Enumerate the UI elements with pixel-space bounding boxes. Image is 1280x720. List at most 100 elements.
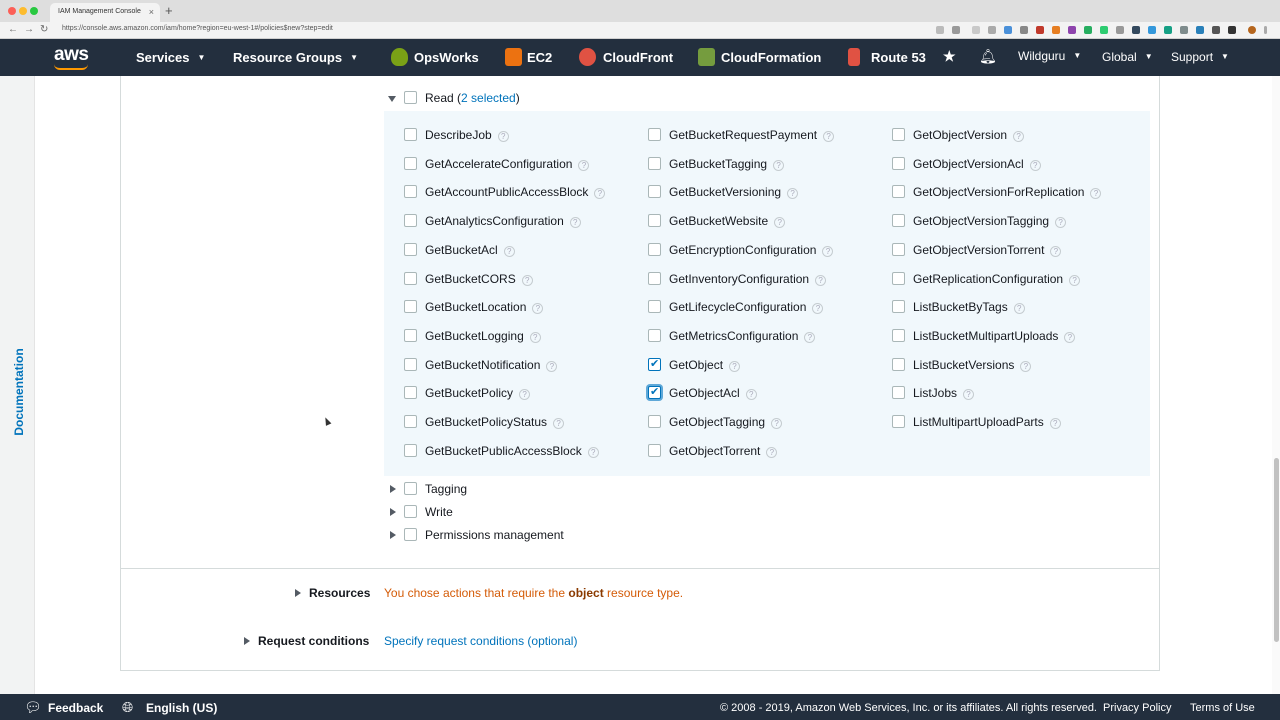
extension-icon[interactable] [1020, 26, 1028, 34]
action-checkbox[interactable] [648, 300, 661, 313]
action-label[interactable]: GetBucketPolicyStatus? [425, 415, 565, 429]
extension-icon[interactable] [1196, 26, 1204, 34]
action-label[interactable]: GetBucketNotification? [425, 358, 558, 372]
ec2-shortcut[interactable]: EC2 [527, 50, 552, 65]
extension-icon[interactable] [972, 26, 980, 34]
minimize-window-icon[interactable] [19, 7, 27, 15]
maximize-window-icon[interactable] [30, 7, 38, 15]
action-label[interactable]: GetMetricsConfiguration? [669, 329, 816, 343]
extension-icon[interactable] [1212, 26, 1220, 34]
help-icon[interactable]: ? [1020, 361, 1032, 372]
action-label[interactable]: GetBucketCORS? [425, 272, 533, 286]
action-checkbox[interactable] [404, 128, 417, 141]
action-checkbox[interactable] [648, 243, 661, 256]
help-icon[interactable]: ? [745, 389, 757, 400]
help-icon[interactable]: ? [812, 303, 824, 314]
action-checkbox[interactable] [648, 385, 661, 399]
extension-icon[interactable] [1100, 26, 1108, 34]
action-checkbox[interactable] [404, 444, 417, 457]
help-icon[interactable]: ? [766, 447, 778, 458]
extension-icon[interactable] [1228, 26, 1236, 34]
aws-logo[interactable]: aws [54, 44, 89, 66]
read-group-checkbox[interactable] [404, 91, 417, 104]
action-checkbox[interactable] [892, 157, 905, 170]
new-tab-icon[interactable]: + [165, 3, 173, 18]
help-icon[interactable]: ? [503, 246, 515, 257]
help-icon[interactable]: ? [1055, 217, 1067, 228]
help-icon[interactable]: ? [774, 217, 786, 228]
tagging-group-label[interactable]: Tagging [425, 482, 467, 496]
documentation-toggle[interactable]: Documentation [12, 348, 26, 435]
action-checkbox[interactable] [648, 357, 661, 371]
help-icon[interactable]: ? [594, 188, 606, 199]
action-label[interactable]: GetBucketPublicAccessBlock? [425, 444, 599, 458]
action-label[interactable]: ListMultipartUploadParts? [913, 415, 1061, 429]
region-menu[interactable]: Global ▼ [1102, 50, 1153, 64]
action-label[interactable]: GetBucketWebsite? [669, 214, 786, 228]
opsworks-icon[interactable] [391, 48, 408, 66]
write-group-checkbox[interactable] [404, 505, 417, 518]
action-checkbox[interactable] [892, 300, 905, 313]
help-icon[interactable]: ? [1049, 418, 1061, 429]
action-checkbox[interactable] [892, 272, 905, 285]
action-label[interactable]: GetEncryptionConfiguration? [669, 243, 834, 257]
action-label[interactable]: ListBucketMultipartUploads? [913, 329, 1076, 343]
action-checkbox[interactable] [892, 415, 905, 428]
action-label[interactable]: GetBucketPolicy? [425, 386, 531, 400]
action-checkbox[interactable] [648, 157, 661, 170]
action-label[interactable]: GetAnalyticsConfiguration? [425, 214, 581, 228]
extension-icon[interactable] [1164, 26, 1172, 34]
action-checkbox[interactable] [648, 329, 661, 342]
help-icon[interactable]: ? [963, 389, 975, 400]
expand-tagging-icon[interactable] [390, 485, 396, 493]
help-icon[interactable]: ? [553, 418, 565, 429]
action-checkbox[interactable] [892, 128, 905, 141]
action-checkbox[interactable] [648, 415, 661, 428]
action-checkbox[interactable] [648, 128, 661, 141]
help-icon[interactable]: ? [1013, 303, 1025, 314]
permissions-group-label[interactable]: Permissions management [425, 528, 564, 542]
read-group-header[interactable]: Read (2 selected) [425, 91, 520, 105]
action-label[interactable]: GetBucketVersioning? [669, 185, 799, 199]
cloudformation-icon[interactable] [698, 48, 715, 66]
help-icon[interactable]: ? [729, 361, 741, 372]
action-label[interactable]: GetBucketLogging? [425, 329, 541, 343]
help-icon[interactable]: ? [804, 332, 816, 343]
ec2-icon[interactable] [505, 48, 522, 66]
cloudfront-icon[interactable] [579, 48, 596, 66]
action-label[interactable]: GetObjectVersionTagging? [913, 214, 1067, 228]
route53-icon[interactable] [848, 48, 860, 66]
help-icon[interactable]: ? [519, 389, 531, 400]
action-label[interactable]: GetLifecycleConfiguration? [669, 300, 824, 314]
action-label[interactable]: GetBucketRequestPayment? [669, 128, 835, 142]
help-icon[interactable]: ? [578, 160, 590, 171]
reload-icon[interactable]: ↻ [40, 24, 48, 35]
opsworks-shortcut[interactable]: OpsWorks [414, 50, 479, 65]
extension-icon[interactable] [1116, 26, 1124, 34]
privacy-policy-link[interactable]: Privacy Policy [1103, 702, 1171, 714]
action-label[interactable]: ListBucketByTags? [913, 300, 1025, 314]
extension-icon[interactable] [1180, 26, 1188, 34]
action-label[interactable]: GetObject? [669, 358, 741, 372]
help-icon[interactable]: ? [1090, 188, 1102, 199]
action-label[interactable]: GetBucketAcl? [425, 243, 515, 257]
help-icon[interactable]: ? [1069, 275, 1081, 286]
help-icon[interactable]: ? [773, 160, 785, 171]
action-checkbox[interactable] [892, 185, 905, 198]
action-checkbox[interactable] [892, 243, 905, 256]
help-icon[interactable]: ? [1064, 332, 1076, 343]
extension-icon[interactable] [988, 26, 996, 34]
help-icon[interactable]: ? [532, 303, 544, 314]
action-label[interactable]: GetObjectVersionAcl? [913, 157, 1041, 171]
action-checkbox[interactable] [404, 157, 417, 170]
action-checkbox[interactable] [404, 272, 417, 285]
feedback-link[interactable]: Feedback [48, 701, 103, 715]
action-label[interactable]: GetReplicationConfiguration? [913, 272, 1081, 286]
help-icon[interactable]: ? [822, 246, 834, 257]
services-menu[interactable]: Services ▼ [136, 50, 205, 65]
action-checkbox[interactable] [404, 300, 417, 313]
resource-groups-menu[interactable]: Resource Groups ▼ [233, 50, 358, 65]
action-label[interactable]: GetObjectVersionForReplication? [913, 185, 1102, 199]
action-checkbox[interactable] [648, 185, 661, 198]
browser-tab[interactable]: IAM Management Console × [50, 3, 160, 22]
